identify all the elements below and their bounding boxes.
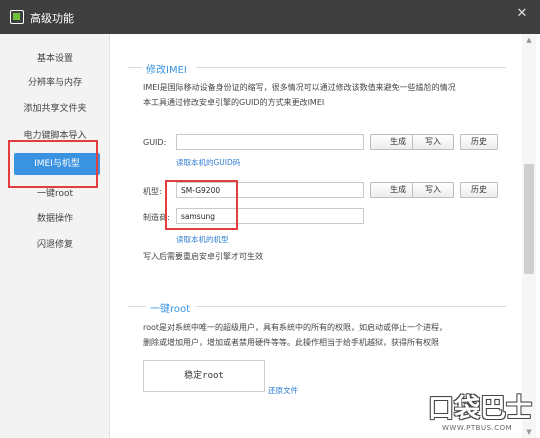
scrollbar-thumb[interactable] [524, 164, 534, 274]
read-model-link[interactable]: 读取本机的机型 [176, 234, 229, 245]
guid-history-button[interactable]: 历史 [460, 134, 498, 150]
highlight-box-sidebar [8, 140, 98, 188]
watermark-url: WWW.PTBUS.COM [442, 424, 513, 432]
section-divider [128, 67, 142, 68]
restart-note: 写入后需要重启安卓引擎才可生效 [143, 252, 263, 261]
scroll-up-arrow-icon[interactable]: ▲ [522, 34, 536, 46]
sidebar: 基本设置 分辨率与内存 添加共享文件夹 电力键脚本导入 IMEI与机型 一键ro… [0, 34, 110, 438]
write-model-button[interactable]: 写入 [412, 182, 454, 198]
sidebar-item-data-operations[interactable]: 数据操作 [0, 208, 110, 230]
site-watermark-logo: 口袋巴士 WWW.PTBUS.COM [428, 388, 532, 436]
sidebar-item-crash-repair[interactable]: 闪退修复 [0, 234, 110, 256]
sidebar-item-shared-folder[interactable]: 添加共享文件夹 [0, 98, 110, 120]
title-bar: 高级功能 ✕ [0, 0, 540, 34]
stable-root-button[interactable]: 稳定root [143, 360, 265, 392]
section-divider [196, 306, 506, 307]
highlight-box-model [165, 180, 238, 230]
window-title: 高级功能 [30, 12, 74, 25]
section-divider [196, 67, 506, 68]
restore-files-link[interactable]: 还原文件 [268, 385, 298, 396]
root-description-line: root是对系统中唯一的超级用户，具有系统中的所有的权限，如启动或停止一个进程， [143, 323, 448, 332]
imei-description: IMEI是国际移动设备身份证的缩写，很多情况可以通过修改该数值来避免一些尴尬的情… [143, 80, 513, 110]
root-description-line: 删除或增加用户，增加或者禁用硬件等等。此操作相当于给手机越狱，获得所有权限 [143, 338, 439, 347]
imei-section-heading: 修改IMEI [146, 65, 187, 76]
section-divider [128, 306, 146, 307]
root-description: root是对系统中唯一的超级用户，具有系统中的所有的权限，如启动或停止一个进程，… [143, 320, 513, 350]
watermark-text: 口袋巴士 [428, 394, 533, 424]
model-history-button[interactable]: 历史 [460, 182, 498, 198]
imei-description-line: 本工具通过修改安卓引擎的GUID的方式来更改IMEI [143, 98, 325, 107]
sidebar-item-resolution-memory[interactable]: 分辨率与内存 [0, 72, 110, 94]
guid-label: GUID: [143, 138, 167, 147]
close-icon[interactable]: ✕ [514, 6, 530, 22]
write-guid-button[interactable]: 写入 [412, 134, 454, 150]
root-section-heading: 一键root [150, 304, 191, 315]
app-icon [10, 10, 24, 24]
imei-description-line: IMEI是国际移动设备身份证的缩写，很多情况可以通过修改该数值来避免一些尴尬的情… [143, 83, 456, 92]
guid-input[interactable] [176, 134, 364, 150]
sidebar-item-basic-settings[interactable]: 基本设置 [0, 48, 110, 70]
scrollbar[interactable]: ▲ ▼ [522, 34, 536, 438]
model-label: 机型: [143, 187, 162, 196]
read-guid-link[interactable]: 读取本机的GUID码 [176, 157, 240, 168]
